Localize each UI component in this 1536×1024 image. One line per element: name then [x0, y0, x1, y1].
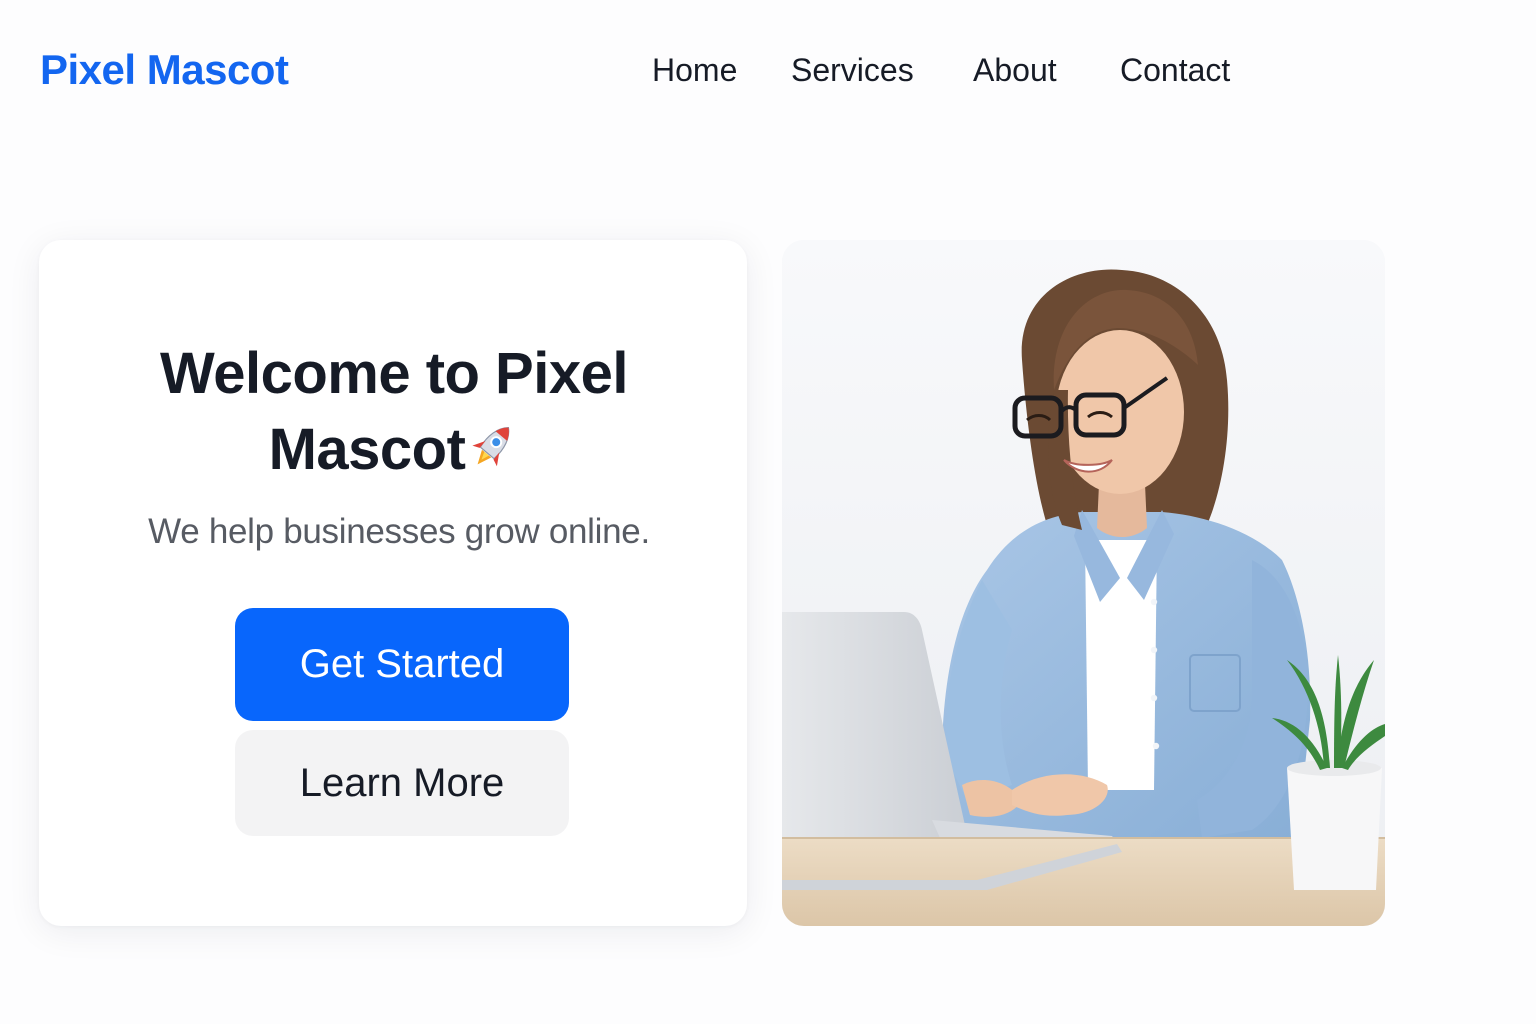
nav-about[interactable]: About — [973, 52, 1057, 89]
hero-title: Welcome to Pixel Mascot — [129, 336, 659, 488]
nav-home[interactable]: Home — [652, 52, 737, 89]
learn-more-button[interactable]: Learn More — [235, 730, 569, 836]
hero-image — [782, 240, 1385, 926]
get-started-button[interactable]: Get Started — [235, 608, 569, 721]
brand-logo[interactable]: Pixel Mascot — [40, 46, 289, 94]
hero-title-line2: Mascot — [268, 417, 466, 482]
hero-title-line1: Welcome to Pixel — [160, 341, 628, 406]
nav-services[interactable]: Services — [791, 52, 914, 89]
rocket-icon — [467, 416, 519, 470]
nav-contact[interactable]: Contact — [1120, 52, 1230, 89]
hero-subtitle: We help businesses grow online. — [148, 512, 650, 551]
hero-card: Welcome to Pixel Mascot We help business… — [39, 240, 747, 926]
